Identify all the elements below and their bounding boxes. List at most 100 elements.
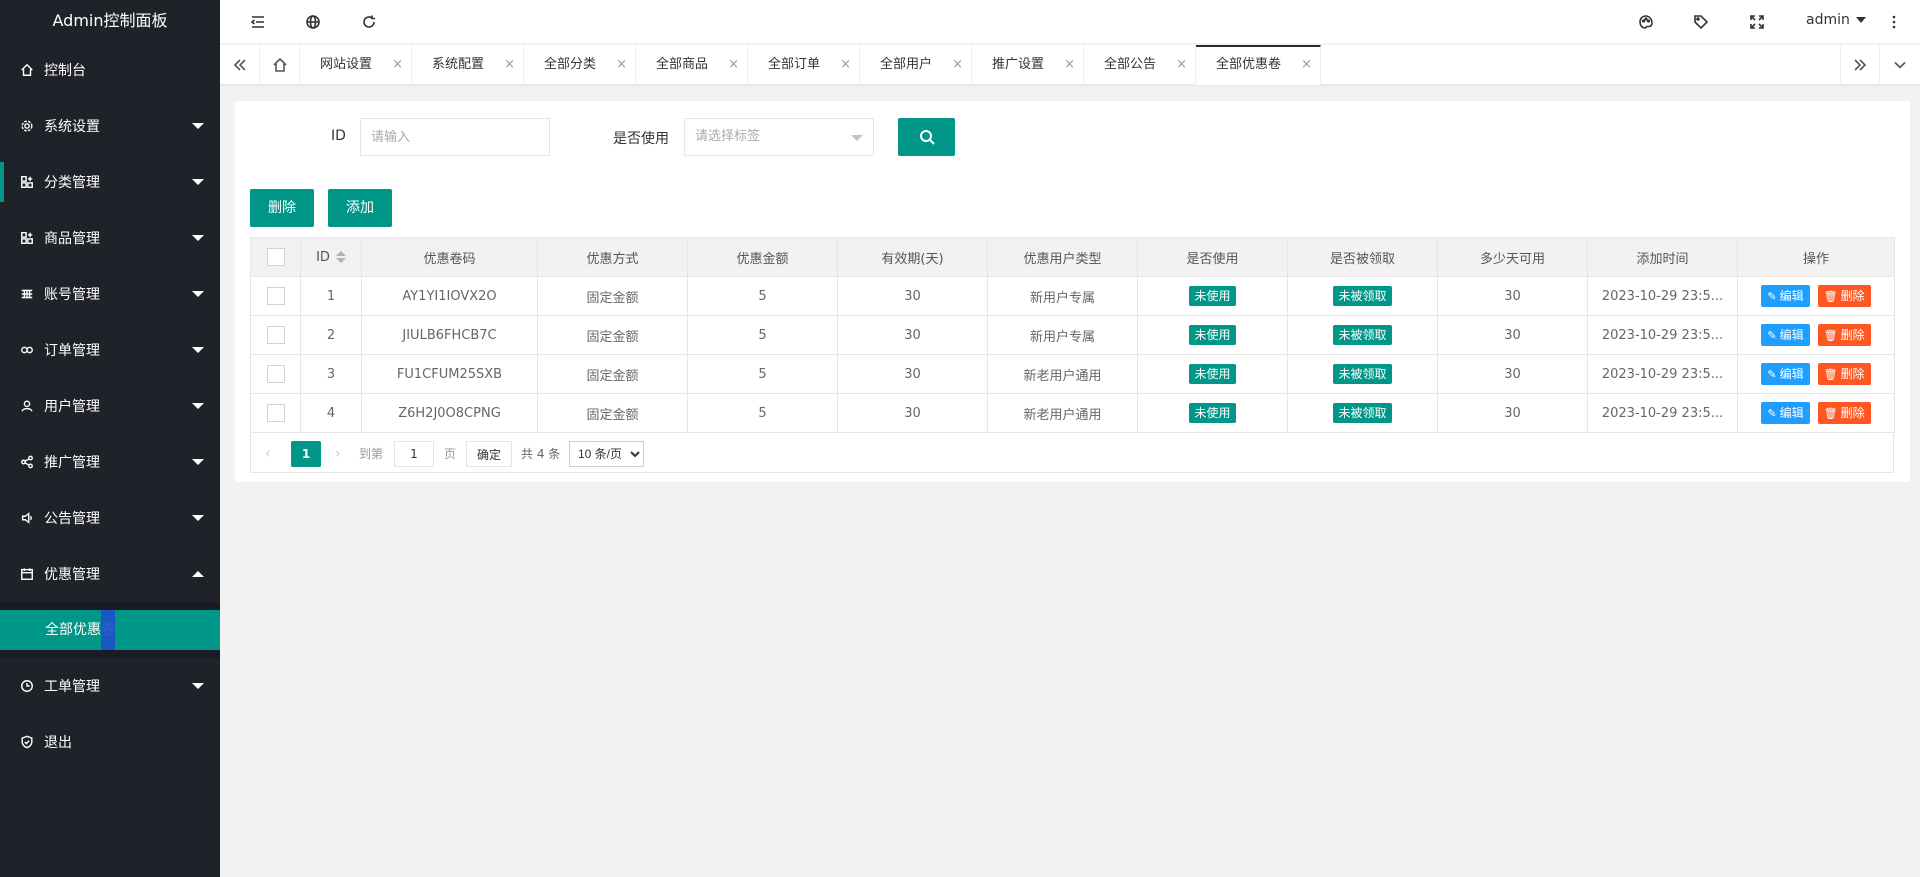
close-icon[interactable]: × xyxy=(840,45,851,85)
page-unit-label: 页 xyxy=(444,447,457,461)
sidebar-item-discounts[interactable]: 优惠管理 xyxy=(0,546,220,602)
tab-all-coupons[interactable]: 全部优惠卷 × xyxy=(1196,45,1321,85)
cell-method: 固定金额 xyxy=(537,393,688,433)
cell-validity: 30 xyxy=(837,276,988,316)
tabs-scroll-left-icon[interactable] xyxy=(220,45,260,85)
palette-icon[interactable] xyxy=(1637,13,1655,31)
tab-all-products[interactable]: 全部商品 × xyxy=(636,45,748,85)
tab-promotion-settings[interactable]: 推广设置 × xyxy=(972,45,1084,85)
search-button[interactable] xyxy=(898,118,955,156)
home-tab-icon[interactable] xyxy=(260,45,300,85)
used-status-select[interactable]: 请选择标签 xyxy=(684,118,874,156)
close-icon[interactable]: × xyxy=(616,45,627,85)
sidebar-item-announcements[interactable]: 公告管理 xyxy=(0,490,220,546)
refresh-icon[interactable] xyxy=(360,13,378,31)
row-checkbox[interactable] xyxy=(266,326,285,344)
column-header-validity: 有效期(天) xyxy=(837,237,988,277)
next-page-button[interactable]: › xyxy=(335,441,341,467)
delete-button[interactable]: 删除 xyxy=(250,189,314,227)
row-checkbox[interactable] xyxy=(266,365,285,383)
close-icon[interactable]: × xyxy=(728,45,739,85)
tab-system-config[interactable]: 系统配置 × xyxy=(412,45,524,85)
cell-amount: 5 xyxy=(687,393,838,433)
sidebar-item-label: 订单管理 xyxy=(44,343,100,359)
text-selection-highlight xyxy=(101,610,115,650)
add-button[interactable]: 添加 xyxy=(328,189,392,227)
goto-confirm-button[interactable]: 确定 xyxy=(466,441,513,467)
edit-button[interactable]: ✎ 编辑 xyxy=(1761,402,1810,424)
sidebar-item-users[interactable]: 用户管理 xyxy=(0,378,220,434)
total-count-label: 共 4 条 xyxy=(521,447,561,461)
sidebar-item-label: 公告管理 xyxy=(44,511,100,527)
row-delete-button[interactable]: 🗑 删除 xyxy=(1817,324,1871,346)
shield-icon xyxy=(20,735,34,749)
close-icon[interactable]: × xyxy=(1301,47,1312,83)
column-header-used: 是否使用 xyxy=(1137,237,1288,277)
tab-all-announcements[interactable]: 全部公告 × xyxy=(1084,45,1196,85)
row-delete-button[interactable]: 🗑 删除 xyxy=(1817,363,1871,385)
sidebar-item-label: 账号管理 xyxy=(44,287,100,303)
sidebar-item-accounts[interactable]: 账号管理 xyxy=(0,266,220,322)
cell-used: 未使用 xyxy=(1137,393,1288,433)
cell-claimed: 未被领取 xyxy=(1287,276,1438,316)
edit-button[interactable]: ✎ 编辑 xyxy=(1761,363,1810,385)
status-badge: 未被领取 xyxy=(1333,325,1392,345)
more-vertical-icon[interactable] xyxy=(1885,13,1903,31)
tab-all-categories[interactable]: 全部分类 × xyxy=(524,45,636,85)
tab-all-orders[interactable]: 全部订单 × xyxy=(748,45,860,85)
page-size-select[interactable]: 10 条/页 xyxy=(569,441,644,467)
close-icon[interactable]: × xyxy=(952,45,963,85)
sidebar-item-system-settings[interactable]: 系统设置 xyxy=(0,98,220,154)
cell-used: 未使用 xyxy=(1137,354,1288,394)
column-header-method: 优惠方式 xyxy=(537,237,688,277)
edit-button[interactable]: ✎ 编辑 xyxy=(1761,285,1810,307)
chevron-down-icon xyxy=(192,123,204,129)
column-header-id[interactable]: ID xyxy=(300,237,362,277)
cell-id: 4 xyxy=(300,393,362,433)
sidebar-item-orders[interactable]: 订单管理 xyxy=(0,322,220,378)
row-delete-button[interactable]: 🗑 删除 xyxy=(1817,285,1871,307)
close-icon[interactable]: × xyxy=(504,45,515,85)
cell-amount: 5 xyxy=(687,276,838,316)
sidebar-item-dashboard[interactable]: 控制台 xyxy=(0,42,220,98)
sidebar-item-products[interactable]: 商品管理 xyxy=(0,210,220,266)
cell-amount: 5 xyxy=(687,315,838,355)
close-icon[interactable]: × xyxy=(392,45,403,85)
current-page-button[interactable]: 1 xyxy=(291,441,321,467)
edit-button[interactable]: ✎ 编辑 xyxy=(1761,324,1810,346)
tab-site-settings[interactable]: 网站设置 × xyxy=(300,45,412,85)
sidebar-item-logout[interactable]: 退出 xyxy=(0,714,220,770)
sidebar-item-category[interactable]: 分类管理 xyxy=(0,154,220,210)
chevron-down-icon xyxy=(851,135,863,141)
prev-page-button[interactable]: ‹ xyxy=(265,441,271,467)
close-icon[interactable]: × xyxy=(1176,45,1187,85)
row-checkbox[interactable] xyxy=(266,404,285,422)
sort-icon[interactable] xyxy=(335,251,346,263)
row-checkbox[interactable] xyxy=(266,287,285,305)
goto-page-input[interactable] xyxy=(394,441,434,467)
sidebar-item-tickets[interactable]: 工单管理 xyxy=(0,658,220,714)
fullscreen-icon[interactable] xyxy=(1748,13,1766,31)
tab-all-users[interactable]: 全部用户 × xyxy=(860,45,972,85)
sidebar-item-label: 退出 xyxy=(44,735,72,751)
tag-icon[interactable] xyxy=(1692,13,1710,31)
menu-fold-icon[interactable] xyxy=(249,13,267,31)
id-search-input[interactable] xyxy=(360,118,550,156)
user-menu[interactable]: admin xyxy=(1806,12,1866,28)
tabs-dropdown-icon[interactable] xyxy=(1880,45,1920,85)
select-all-checkbox[interactable] xyxy=(266,248,285,266)
tabs-scroll-right-icon[interactable] xyxy=(1840,45,1880,85)
chevron-down-icon xyxy=(1855,17,1866,23)
sidebar-item-promotion[interactable]: 推广管理 xyxy=(0,434,220,490)
row-checkbox-cell xyxy=(250,315,301,355)
row-checkbox-cell xyxy=(250,393,301,433)
column-header-days: 多少天可用 xyxy=(1437,237,1588,277)
cell-id: 1 xyxy=(300,276,362,316)
close-icon[interactable]: × xyxy=(1064,45,1075,85)
chevron-down-icon xyxy=(192,683,204,689)
sidebar-subitem-all-coupons[interactable]: 全部优惠卷 xyxy=(0,610,220,650)
select-placeholder: 请选择标签 xyxy=(695,129,761,144)
row-delete-button[interactable]: 🗑 删除 xyxy=(1817,402,1871,424)
globe-icon[interactable] xyxy=(304,13,322,31)
sidebar-item-label: 控制台 xyxy=(44,63,86,79)
